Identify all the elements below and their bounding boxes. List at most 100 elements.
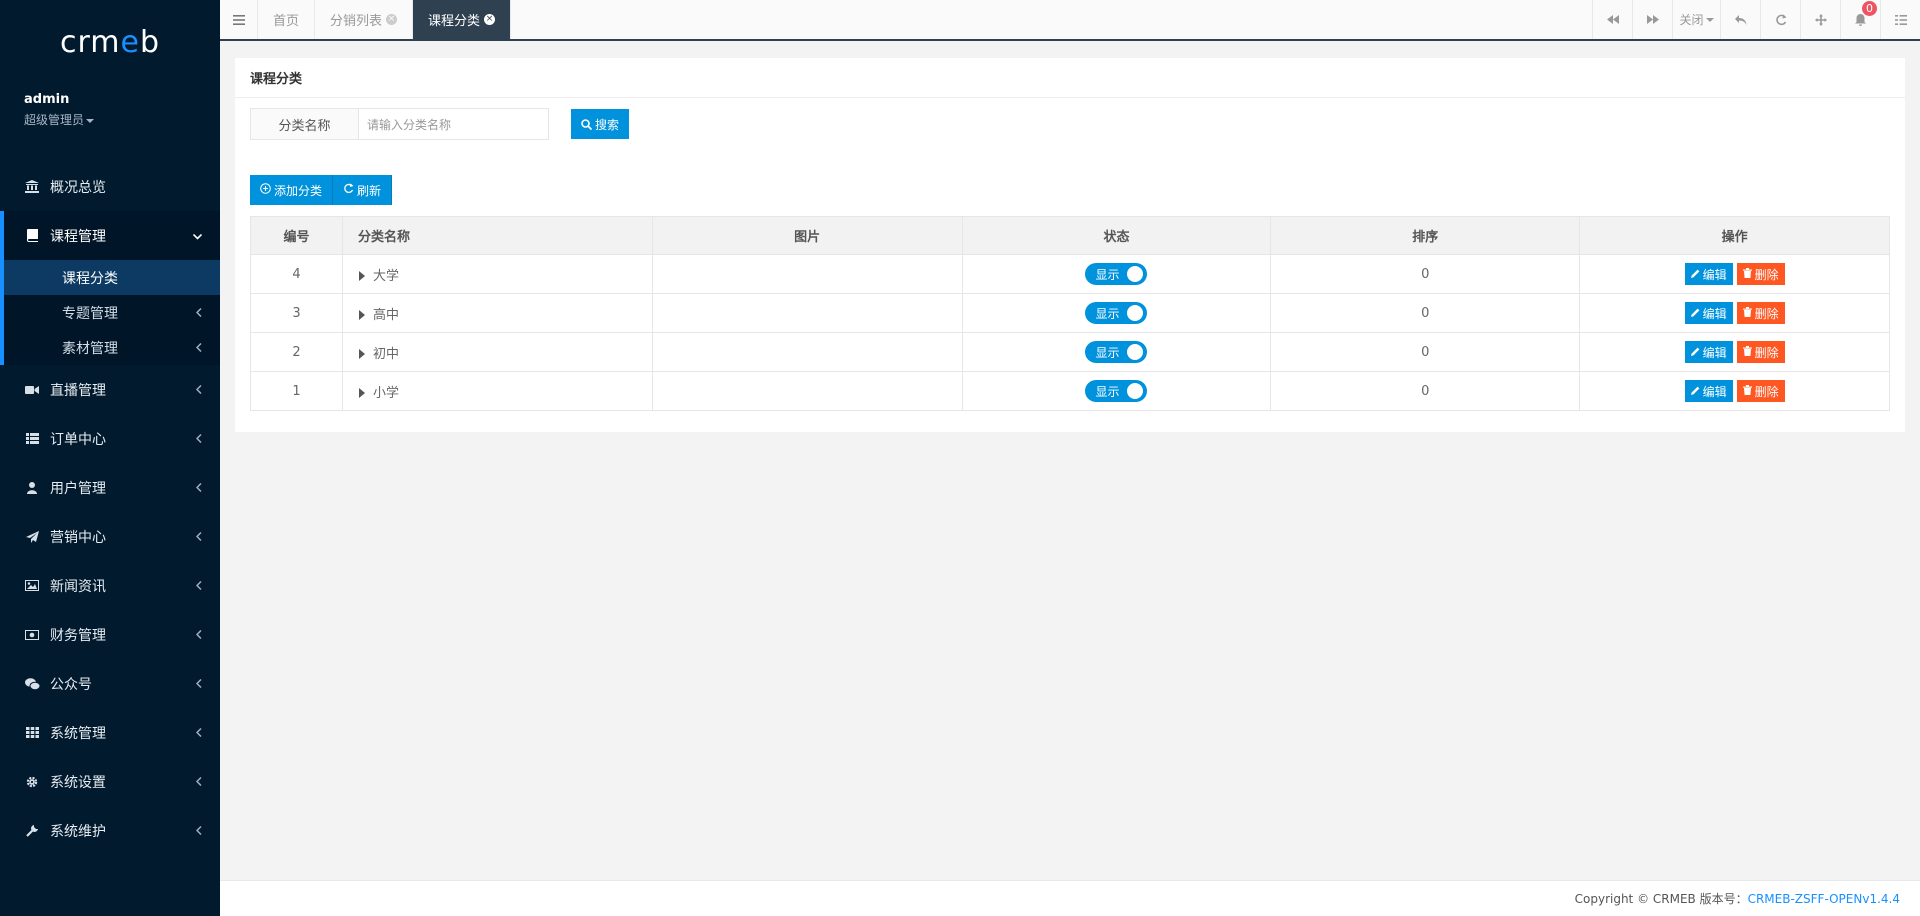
close-icon[interactable]: × (386, 14, 398, 25)
close-icon[interactable]: × (484, 14, 496, 25)
wrench-icon (24, 824, 40, 838)
sidebar-item-marketing-center[interactable]: 营销中心 (0, 512, 220, 561)
table-row: 3 高中 显示 0 编辑 删除 (250, 293, 1890, 333)
chevron-left-icon (186, 530, 202, 544)
delete-button[interactable]: 删除 (1736, 263, 1785, 285)
delete-button[interactable]: 删除 (1736, 341, 1785, 363)
pencil-icon (1690, 268, 1700, 281)
trash-icon (1742, 345, 1752, 359)
user-name: admin (24, 92, 70, 107)
category-name-label: 分类名称 (250, 108, 359, 140)
close-tabs-dropdown[interactable]: 关闭 (1672, 0, 1720, 39)
grid-icon (24, 726, 40, 740)
book-icon (24, 229, 40, 243)
row-id: 3 (250, 293, 343, 333)
row-sort: 0 (1270, 371, 1581, 411)
fullscreen-icon[interactable] (1800, 0, 1840, 39)
user-icon (24, 481, 40, 495)
row-status: 显示 (961, 293, 1272, 333)
crmeb-logo[interactable]: crm e b (0, 0, 220, 84)
notification-badge: 0 (1862, 1, 1877, 16)
category-name-input[interactable]: 请输入分类名称 (359, 108, 549, 140)
chevron-left-icon (186, 677, 202, 691)
row-name: 高中 (341, 293, 653, 333)
sidebar-item-user-management[interactable]: 用户管理 (0, 463, 220, 512)
sidebar-subitem-material-management[interactable]: 素材管理 (4, 330, 220, 365)
edit-button[interactable]: 编辑 (1684, 263, 1733, 285)
search-icon (581, 118, 592, 130)
row-actions: 编辑 删除 (1579, 293, 1890, 333)
tab-bar: 首页 分销列表 × 课程分类 × 关闭 0 (220, 0, 1920, 41)
edit-button[interactable]: 编辑 (1684, 341, 1733, 363)
delete-button[interactable]: 删除 (1736, 380, 1785, 402)
scroll-right-icon[interactable] (1632, 0, 1672, 39)
image-icon (24, 579, 40, 593)
delete-button[interactable]: 删除 (1736, 302, 1785, 324)
pencil-icon (1690, 385, 1700, 398)
sidebar-item-system-management[interactable]: 系统管理 (0, 708, 220, 757)
sidebar-item-finance[interactable]: 财务管理 (0, 610, 220, 659)
expand-triangle-icon[interactable] (358, 310, 365, 320)
scroll-left-icon[interactable] (1592, 0, 1632, 39)
caret-down-icon (1705, 17, 1714, 22)
row-id: 1 (250, 371, 343, 411)
status-toggle[interactable]: 显示 (1085, 263, 1148, 285)
sidebar-item-wechat[interactable]: 公众号 (0, 659, 220, 708)
sidebar-item-news[interactable]: 新闻资讯 (0, 561, 220, 610)
sidebar-item-system-maintenance[interactable]: 系统维护 (0, 806, 220, 855)
sidebar-item-system-settings[interactable]: 系统设置 (0, 757, 220, 806)
sidebar-subitem-topic-management[interactable]: 专题管理 (4, 295, 220, 330)
row-image (651, 371, 963, 411)
expand-triangle-icon[interactable] (358, 349, 365, 359)
caret-down-icon (86, 118, 95, 123)
column-header-image[interactable]: 图片 (651, 216, 963, 255)
row-actions: 编辑 删除 (1579, 371, 1890, 411)
trash-icon (1742, 267, 1752, 281)
status-toggle[interactable]: 显示 (1085, 380, 1148, 402)
status-toggle[interactable]: 显示 (1085, 302, 1148, 324)
tab-course-category[interactable]: 课程分类 × (413, 0, 512, 39)
column-header-sort[interactable]: 排序 (1270, 216, 1581, 255)
toggle-knob (1127, 344, 1144, 360)
tab-distribution-list[interactable]: 分销列表 × (315, 0, 414, 39)
edit-button[interactable]: 编辑 (1684, 380, 1733, 402)
plus-circle-icon (260, 183, 271, 197)
sidebar-item-order-center[interactable]: 订单中心 (0, 414, 220, 463)
chevron-left-icon (186, 579, 202, 593)
row-status: 显示 (961, 332, 1272, 372)
pencil-icon (1690, 346, 1700, 359)
row-sort: 0 (1270, 293, 1581, 333)
refresh-icon[interactable] (1760, 0, 1800, 39)
menu-toggle-icon[interactable] (220, 0, 258, 39)
sidebar-item-overview[interactable]: 概况总览 (0, 162, 220, 211)
status-toggle[interactable]: 显示 (1085, 341, 1148, 363)
refresh-button[interactable]: 刷新 (333, 175, 393, 205)
add-category-button[interactable]: 添加分类 (250, 175, 334, 205)
footer: Copyright © CRMEB 版本号： CRMEB-ZSFF-OPENv1.… (220, 880, 1920, 916)
column-header-id[interactable]: 编号 (250, 216, 343, 255)
back-icon[interactable] (1720, 0, 1760, 39)
tab-home[interactable]: 首页 (258, 0, 316, 39)
filter-form: 分类名称 请输入分类名称 (250, 108, 549, 140)
user-role-dropdown[interactable]: 超级管理员 (24, 111, 196, 128)
version-link[interactable]: CRMEB-ZSFF-OPENv1.4.4 (1748, 892, 1900, 906)
sidebar-item-live-management[interactable]: 直播管理 (0, 365, 220, 414)
page-title: 课程分类 (235, 58, 1905, 98)
expand-triangle-icon[interactable] (358, 271, 365, 281)
row-actions: 编辑 删除 (1579, 332, 1890, 372)
edit-button[interactable]: 编辑 (1684, 302, 1733, 324)
column-header-status[interactable]: 状态 (961, 216, 1272, 255)
table-row: 2 初中 显示 0 编辑 删除 (250, 332, 1890, 372)
sidebar-subitem-course-category[interactable]: 课程分类 (4, 260, 220, 295)
chevron-left-icon (186, 824, 202, 838)
sidebar-item-course-management[interactable]: 课程管理 (4, 211, 220, 260)
sidebar-group-course: 课程管理 课程分类 专题管理 素材管理 (0, 211, 220, 365)
expand-triangle-icon[interactable] (358, 388, 365, 398)
notification-bell-icon[interactable]: 0 (1840, 0, 1880, 39)
settings-panel-icon[interactable] (1880, 0, 1920, 39)
category-table: 编号 分类名称 图片 状态 排序 操作 4 大学 显示 0 编辑删除 3 高中 (250, 216, 1890, 411)
user-profile: admin 超级管理员 (0, 84, 220, 162)
column-header-name[interactable]: 分类名称 (341, 216, 653, 255)
search-button[interactable]: 搜索 (571, 109, 629, 139)
row-image (651, 332, 963, 372)
